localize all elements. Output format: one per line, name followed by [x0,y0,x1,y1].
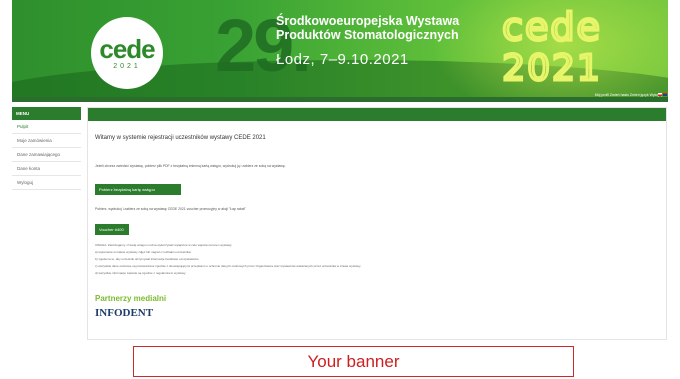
infodent-partner-logo[interactable]: INFODENT [95,307,153,319]
polish-flag-icon[interactable] [658,93,662,96]
fine-print-line: c) wszystkie dane osobowe są przetwarzan… [95,264,362,268]
fine-print-line: d) wszystkie informacje zawarte są zgodn… [95,271,186,275]
menu-title: MENU [12,107,81,120]
main-header-bar [88,108,666,121]
header-banner: cede 2021 29. Środkowoeuropejska Wystawa… [12,0,668,97]
top-strip [12,97,668,102]
main-panel: Witamy w systemie rejestracji uczestnikó… [87,107,667,340]
ad-banner[interactable]: Your banner [133,346,574,377]
page: cede 2021 29. Środkowoeuropejska Wystawa… [0,0,680,379]
partners-heading: Partnerzy medialni [95,294,167,303]
language-flags[interactable] [658,93,667,96]
sidebar-item-pulpit[interactable]: Pulpit [12,120,81,134]
svg-text:2021: 2021 [502,48,602,86]
voucher-button[interactable]: Voucher #400 [95,224,129,235]
welcome-heading: Witamy w systemie rejestracji uczestnikó… [95,135,266,141]
fine-print-line: b) zgoda na to, aby uczestnik otrzymywał… [95,257,200,261]
expo-date: Łodz, 7–9.10.2021 [276,51,409,68]
logo-year: 2021 [113,63,141,70]
cede-logo[interactable]: cede 2021 [91,17,163,89]
english-flag-icon[interactable] [663,93,667,96]
sidebar-item-account-data[interactable]: Dane konta [12,162,81,176]
sidebar-menu: MENU Pulpit Moje zamówienia Dane zamawia… [12,107,81,207]
fine-print-line: UWAGA: Zastrzegamy, iż kartę wstępu możn… [95,243,233,247]
account-links[interactable]: Mój profil Zmień hasło Zmień język Wylog… [595,93,662,97]
voucher-note: Pobierz, wydrukuj i zabierz ze sobą na w… [95,207,246,211]
instruction-text: Jeżeli chcesz zwiedzić wystawę, pobierz … [95,164,286,168]
logo-word: cede [99,34,155,64]
expo-title: Środkowoeuropejska Wystawa Produktów Sto… [276,14,460,42]
fine-print-line: a) wykonanie w trakcie wystawy zdjęć lub… [95,250,192,254]
sidebar-item-customer-data[interactable]: Dane zamawiającego [12,148,81,162]
sidebar-item-logout[interactable]: Wyloguj [12,176,81,190]
svg-text:cede: cede [502,6,602,49]
cede-2021-decorative-logo: cede 2021 [496,4,608,91]
download-ticket-button[interactable]: Pobierz bezpłatną kartę wstępu [95,184,181,195]
sidebar-item-orders[interactable]: Moje zamówienia [12,134,81,148]
